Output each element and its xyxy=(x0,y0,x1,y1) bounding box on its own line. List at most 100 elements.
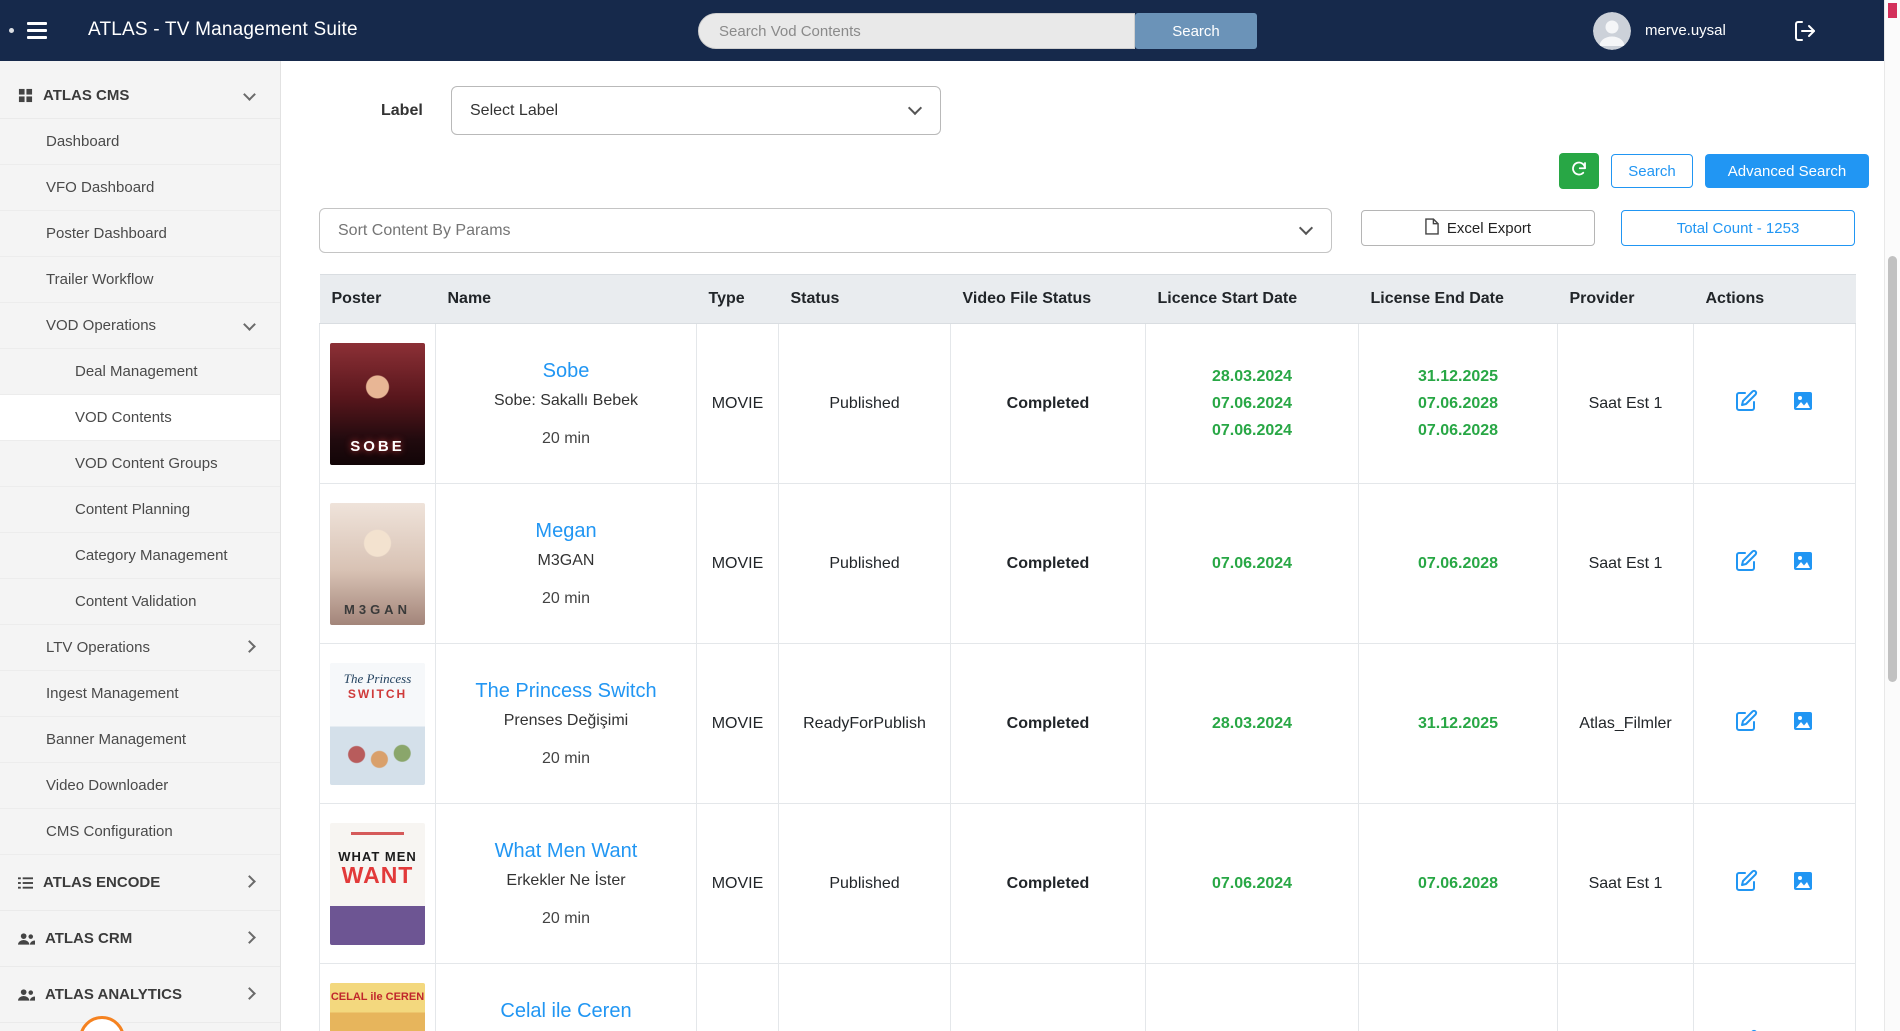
content-title-link[interactable]: What Men Want xyxy=(450,840,682,863)
content-status: Published xyxy=(779,484,951,644)
table-row: SOBE Sobe Sobe: Sakallı Bebek 20 min MOV… xyxy=(320,324,1856,484)
sidebar-item-label: Dashboard xyxy=(46,133,119,150)
sidebar-group-atlas-encode[interactable]: ATLAS ENCODE xyxy=(0,855,280,911)
sidebar-group-atlas-crm[interactable]: ATLAS CRM xyxy=(0,911,280,967)
content-title-link[interactable]: The Princess Switch xyxy=(450,680,682,703)
sidebar-item-video-downloader[interactable]: Video Downloader xyxy=(0,763,280,809)
total-count-badge[interactable]: Total Count - 1253 xyxy=(1621,210,1855,246)
sidebar-item-label: Content Planning xyxy=(75,501,190,518)
table-row: M3GAN Megan M3GAN 20 min MOVIE Published… xyxy=(320,484,1856,644)
column-header-actions: Actions xyxy=(1694,275,1856,324)
sidebar-item-vfo-dashboard[interactable]: VFO Dashboard xyxy=(0,165,280,211)
edit-icon[interactable] xyxy=(1734,709,1758,738)
sidebar-item-label: Video Downloader xyxy=(46,777,168,794)
sidebar-item-poster-dashboard[interactable]: Poster Dashboard xyxy=(0,211,280,257)
sidebar-item-trailer-workflow[interactable]: Trailer Workflow xyxy=(0,257,280,303)
poster-thumbnail[interactable]: The Princess SWITCH xyxy=(330,663,425,785)
sidebar-group-label: ATLAS CMS xyxy=(43,87,129,104)
excel-export-button[interactable]: Excel Export xyxy=(1361,210,1595,246)
document-icon xyxy=(1425,218,1439,239)
edit-icon[interactable] xyxy=(1734,389,1758,418)
menu-toggle-icon[interactable] xyxy=(27,22,47,38)
sidebar-item-label: Deal Management xyxy=(75,363,198,380)
sidebar-item-vod-contents[interactable]: VOD Contents xyxy=(0,395,280,441)
image-icon[interactable] xyxy=(1791,709,1815,738)
users-icon xyxy=(18,988,35,1002)
table-row: The Princess SWITCH The Princess Switch … xyxy=(320,644,1856,804)
poster-thumbnail[interactable]: WHAT MEN WANT xyxy=(330,823,425,945)
video-file-status: Completed xyxy=(951,324,1146,484)
sidebar-item-label: Trailer Workflow xyxy=(46,271,154,288)
image-icon[interactable] xyxy=(1791,869,1815,898)
edit-icon[interactable] xyxy=(1734,549,1758,578)
topbar-search: Search xyxy=(698,13,1257,49)
content-subtitle: Erkekler Ne İster xyxy=(450,872,682,890)
vod-search-input[interactable] xyxy=(698,13,1135,49)
sidebar-group-label: ATLAS ENCODE xyxy=(43,874,160,891)
poster-title-text: M3GAN xyxy=(344,602,411,617)
sidebar-item-content-planning[interactable]: Content Planning xyxy=(0,487,280,533)
license-end-dates: 07.06.2028 xyxy=(1359,484,1558,644)
list-icon xyxy=(18,876,33,890)
label-select[interactable]: Select Label xyxy=(451,86,941,135)
sidebar-item-banner-management[interactable]: Banner Management xyxy=(0,717,280,763)
content-subtitle: Sobe: Sakallı Bebek xyxy=(450,392,682,410)
sidebar-group-atlas-analytics[interactable]: ATLAS ANALYTICS xyxy=(0,967,280,1023)
sidebar-item-content-validation[interactable]: Content Validation xyxy=(0,579,280,625)
poster-title-text: SWITCH xyxy=(348,687,407,701)
poster-thumbnail[interactable]: CELAL ile CEREN xyxy=(330,983,425,1031)
image-icon[interactable] xyxy=(1791,549,1815,578)
main-content: Label Select Label Search Advanced Searc… xyxy=(281,61,1884,1031)
content-title-link[interactable]: Sobe xyxy=(450,360,682,383)
sidebar-item-cms-configuration[interactable]: CMS Configuration xyxy=(0,809,280,855)
content-status: Published xyxy=(779,804,951,964)
avatar[interactable] xyxy=(1593,12,1631,50)
content-duration: 20 min xyxy=(450,590,682,608)
page-scrollbar[interactable] xyxy=(1884,0,1900,1031)
content-title-link[interactable]: Megan xyxy=(450,520,682,543)
sidebar-item-ingest-management[interactable]: Ingest Management xyxy=(0,671,280,717)
licence-start-dates: 07.06.2024 xyxy=(1146,804,1359,964)
sidebar-item-category-management[interactable]: Category Management xyxy=(0,533,280,579)
chevron-right-icon xyxy=(243,640,256,653)
back-dot xyxy=(9,28,14,33)
excel-export-label: Excel Export xyxy=(1447,220,1531,237)
advanced-search-button[interactable]: Advanced Search xyxy=(1705,154,1869,188)
label-caption: Label xyxy=(381,102,423,120)
sort-select[interactable]: Sort Content By Params xyxy=(319,208,1332,253)
chevron-down-icon xyxy=(1299,220,1313,234)
username: merve.uysal xyxy=(1645,22,1726,39)
poster-thumbnail[interactable]: M3GAN xyxy=(330,503,425,625)
sidebar-item-label: Content Validation xyxy=(75,593,196,610)
sidebar-item-label: Poster Dashboard xyxy=(46,225,167,242)
actions-cell xyxy=(1694,964,1856,1031)
image-icon[interactable] xyxy=(1791,389,1815,418)
content-title-link[interactable]: Celal ile Ceren xyxy=(450,1000,682,1023)
edit-icon[interactable] xyxy=(1734,869,1758,898)
sidebar-item-label: VFO Dashboard xyxy=(46,179,154,196)
sidebar-item-vod-content-groups[interactable]: VOD Content Groups xyxy=(0,441,280,487)
vod-search-button[interactable]: Search xyxy=(1135,13,1257,49)
logout-icon[interactable] xyxy=(1793,19,1817,48)
sidebar-item-label: CMS Configuration xyxy=(46,823,173,840)
app-title: ATLAS - TV Management Suite xyxy=(88,19,358,41)
refresh-button[interactable] xyxy=(1559,153,1599,189)
sidebar-item-vod-operations[interactable]: VOD Operations xyxy=(0,303,280,349)
sidebar-item-ltv-operations[interactable]: LTV Operations xyxy=(0,625,280,671)
provider: Atlas_Filmler xyxy=(1558,644,1694,804)
scrollbar-thumb[interactable] xyxy=(1888,256,1897,682)
column-header-license-end: License End Date xyxy=(1359,275,1558,324)
sidebar-item-label: Banner Management xyxy=(46,731,186,748)
content-subtitle: Prenses Değişimi xyxy=(450,712,682,730)
sidebar-group-atlas-cms[interactable]: ATLAS CMS xyxy=(0,73,280,119)
content-status: ReadyForPublish xyxy=(779,644,951,804)
poster-thumbnail[interactable]: SOBE xyxy=(330,343,425,465)
sidebar-group-label: ATLAS CRM xyxy=(45,930,132,947)
sidebar-item-dashboard[interactable]: Dashboard xyxy=(0,119,280,165)
sidebar-item-deal-management[interactable]: Deal Management xyxy=(0,349,280,395)
sidebar: ATLAS CMS Dashboard VFO Dashboard Poster… xyxy=(0,61,281,1031)
license-end-dates: 07.06.2028 xyxy=(1359,804,1558,964)
filter-search-button[interactable]: Search xyxy=(1611,154,1693,188)
chevron-right-icon xyxy=(243,987,256,1000)
table-row: CELAL ile CEREN Celal ile Ceren Celal an… xyxy=(320,964,1856,1031)
